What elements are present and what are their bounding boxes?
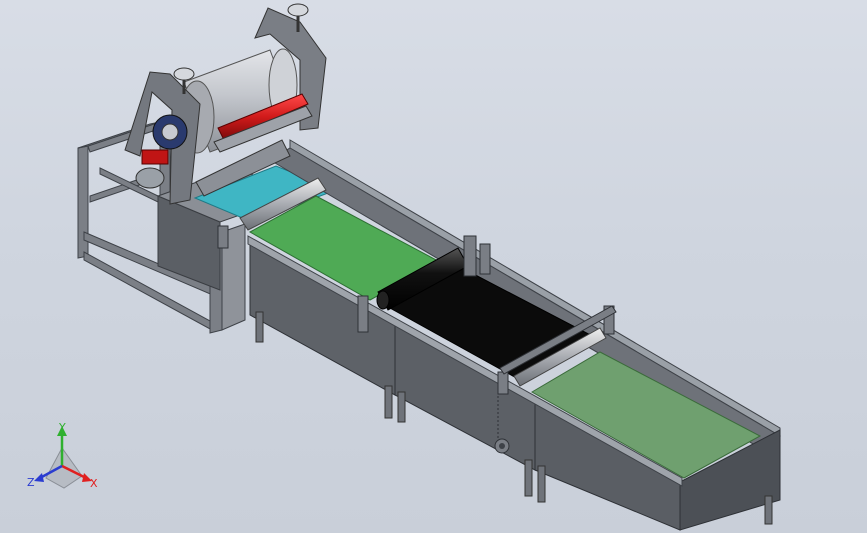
- axis-triad: Y X Z: [27, 421, 98, 490]
- machine-model: Y X Z: [27, 3, 781, 531]
- cad-viewport[interactable]: Y X Z: [0, 0, 867, 533]
- axis-z-label: Z: [27, 476, 35, 489]
- axis-x-label: X: [90, 477, 98, 490]
- axis-y-label: Y: [58, 421, 66, 434]
